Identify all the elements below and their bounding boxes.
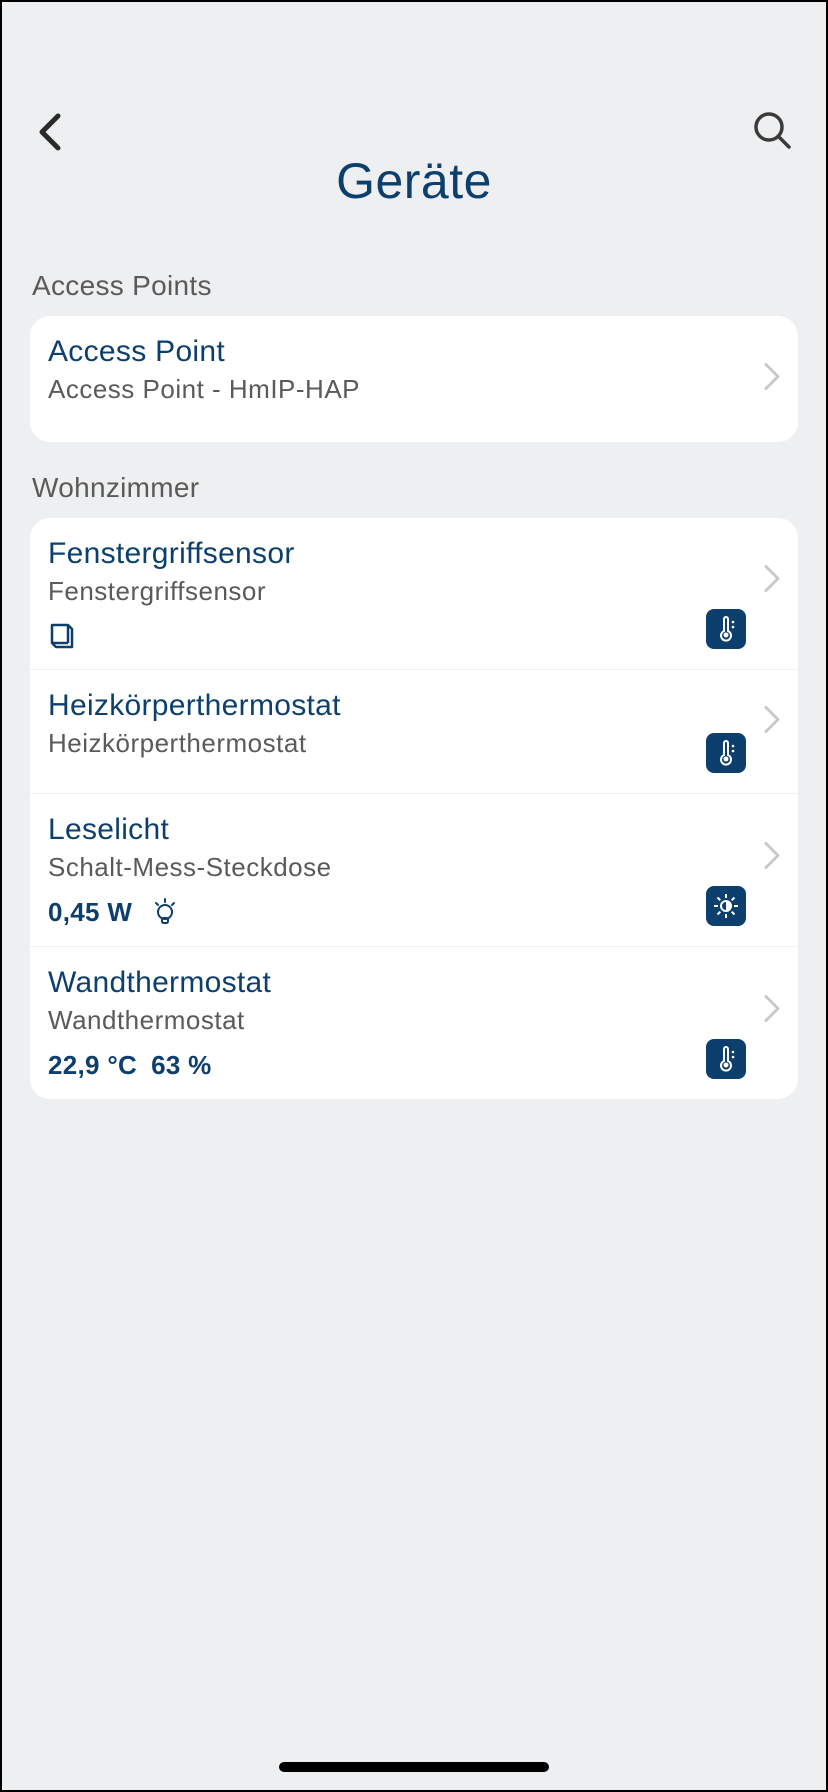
header: Geräte [2, 2, 826, 240]
thermometer-icon [714, 615, 738, 643]
chevron-right-icon [764, 363, 780, 396]
item-value-humidity: 63 % [151, 1050, 211, 1081]
chevron-right-icon [764, 565, 780, 598]
thermometer-badge [706, 733, 746, 773]
window-icon [48, 621, 76, 651]
section-body-wohnzimmer: Fenstergriffsensor Fenstergriffsensor [30, 518, 798, 1099]
chevron-left-icon [36, 110, 66, 154]
chevron-right-icon [764, 994, 780, 1027]
section-header-wohnzimmer: Wohnzimmer [2, 442, 826, 518]
thermometer-badge [706, 609, 746, 649]
brightness-badge [706, 886, 746, 926]
thermometer-icon [714, 739, 738, 767]
search-button[interactable] [752, 110, 792, 155]
chevron-right-icon [764, 705, 780, 738]
item-title: Fenstergriffsensor [48, 536, 778, 572]
list-item-fenstergriffsensor[interactable]: Fenstergriffsensor Fenstergriffsensor [30, 518, 798, 670]
item-subtitle: Wandthermostat [48, 1005, 778, 1036]
section-body-access-points: Access Point Access Point - HmIP-HAP [30, 316, 798, 442]
item-title: Wandthermostat [48, 965, 778, 1001]
bulb-icon [152, 898, 178, 928]
search-icon [752, 110, 792, 150]
chevron-right-icon [764, 841, 780, 874]
item-subtitle: Access Point - HmIP-HAP [48, 374, 778, 405]
thermometer-icon [714, 1045, 738, 1073]
brightness-icon [713, 893, 739, 919]
item-title: Leselicht [48, 812, 778, 848]
thermometer-badge [706, 1039, 746, 1079]
item-title: Access Point [48, 334, 778, 370]
item-subtitle: Heizkörperthermostat [48, 728, 778, 759]
item-title: Heizkörperthermostat [48, 688, 778, 724]
section-header-access-points: Access Points [2, 240, 826, 316]
list-item-access-point[interactable]: Access Point Access Point - HmIP-HAP [30, 316, 798, 442]
list-item-leselicht[interactable]: Leselicht Schalt-Mess-Steckdose 0,45 W [30, 794, 798, 947]
item-value-temperature: 22,9 °C [48, 1050, 137, 1081]
item-value-power: 0,45 W [48, 897, 132, 928]
list-item-heizkoerperthermostat[interactable]: Heizkörperthermostat Heizkörperthermosta… [30, 670, 798, 794]
item-subtitle: Schalt-Mess-Steckdose [48, 852, 778, 883]
back-button[interactable] [36, 110, 66, 159]
list-item-wandthermostat[interactable]: Wandthermostat Wandthermostat 22,9 °C 63… [30, 947, 798, 1099]
page-title: Geräte [2, 152, 826, 210]
home-indicator[interactable] [279, 1762, 549, 1772]
item-subtitle: Fenstergriffsensor [48, 576, 778, 607]
